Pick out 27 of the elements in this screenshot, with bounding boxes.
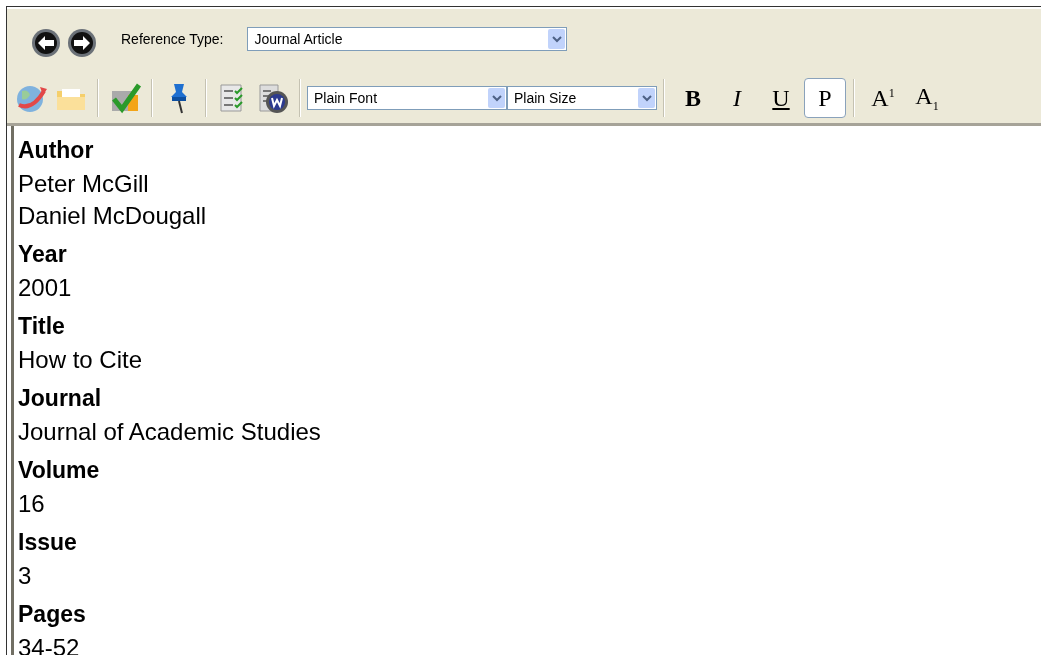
field-value: 2001 — [18, 273, 73, 303]
field-value: Peter McGill — [18, 169, 150, 199]
subscript-button[interactable]: A$_{1}$ — [906, 78, 948, 118]
underline-button[interactable]: U — [760, 78, 802, 118]
back-button[interactable] — [31, 28, 61, 58]
field-label: Pages — [18, 600, 87, 629]
field-label: Journal — [18, 384, 103, 413]
superscript-button[interactable]: A$^{1}$ — [862, 78, 904, 118]
font-dropdown[interactable]: Plain Font — [307, 86, 507, 110]
field-value: 3 — [18, 561, 33, 591]
field-label: Volume — [18, 456, 101, 485]
reference-type-dropdown[interactable]: Journal Article — [247, 27, 568, 51]
size-dropdown[interactable]: Plain Size — [507, 86, 657, 110]
field-value: Daniel McDougall — [18, 201, 208, 231]
plain-button[interactable]: P — [804, 78, 846, 118]
field-label: Title — [18, 312, 66, 341]
field-label: Year — [18, 240, 68, 269]
italic-button[interactable]: I — [716, 78, 758, 118]
field-value: Journal of Academic Studies — [18, 417, 322, 447]
field-value: How to Cite — [18, 345, 144, 375]
forward-button[interactable] — [67, 28, 97, 58]
field-label: Issue — [18, 528, 78, 557]
field-value: 16 — [18, 489, 46, 519]
bold-button[interactable]: B — [672, 78, 714, 118]
reference-type-label: Reference Type: — [121, 31, 224, 49]
word-document-icon[interactable] — [256, 81, 290, 115]
field-label: Author — [18, 136, 95, 165]
